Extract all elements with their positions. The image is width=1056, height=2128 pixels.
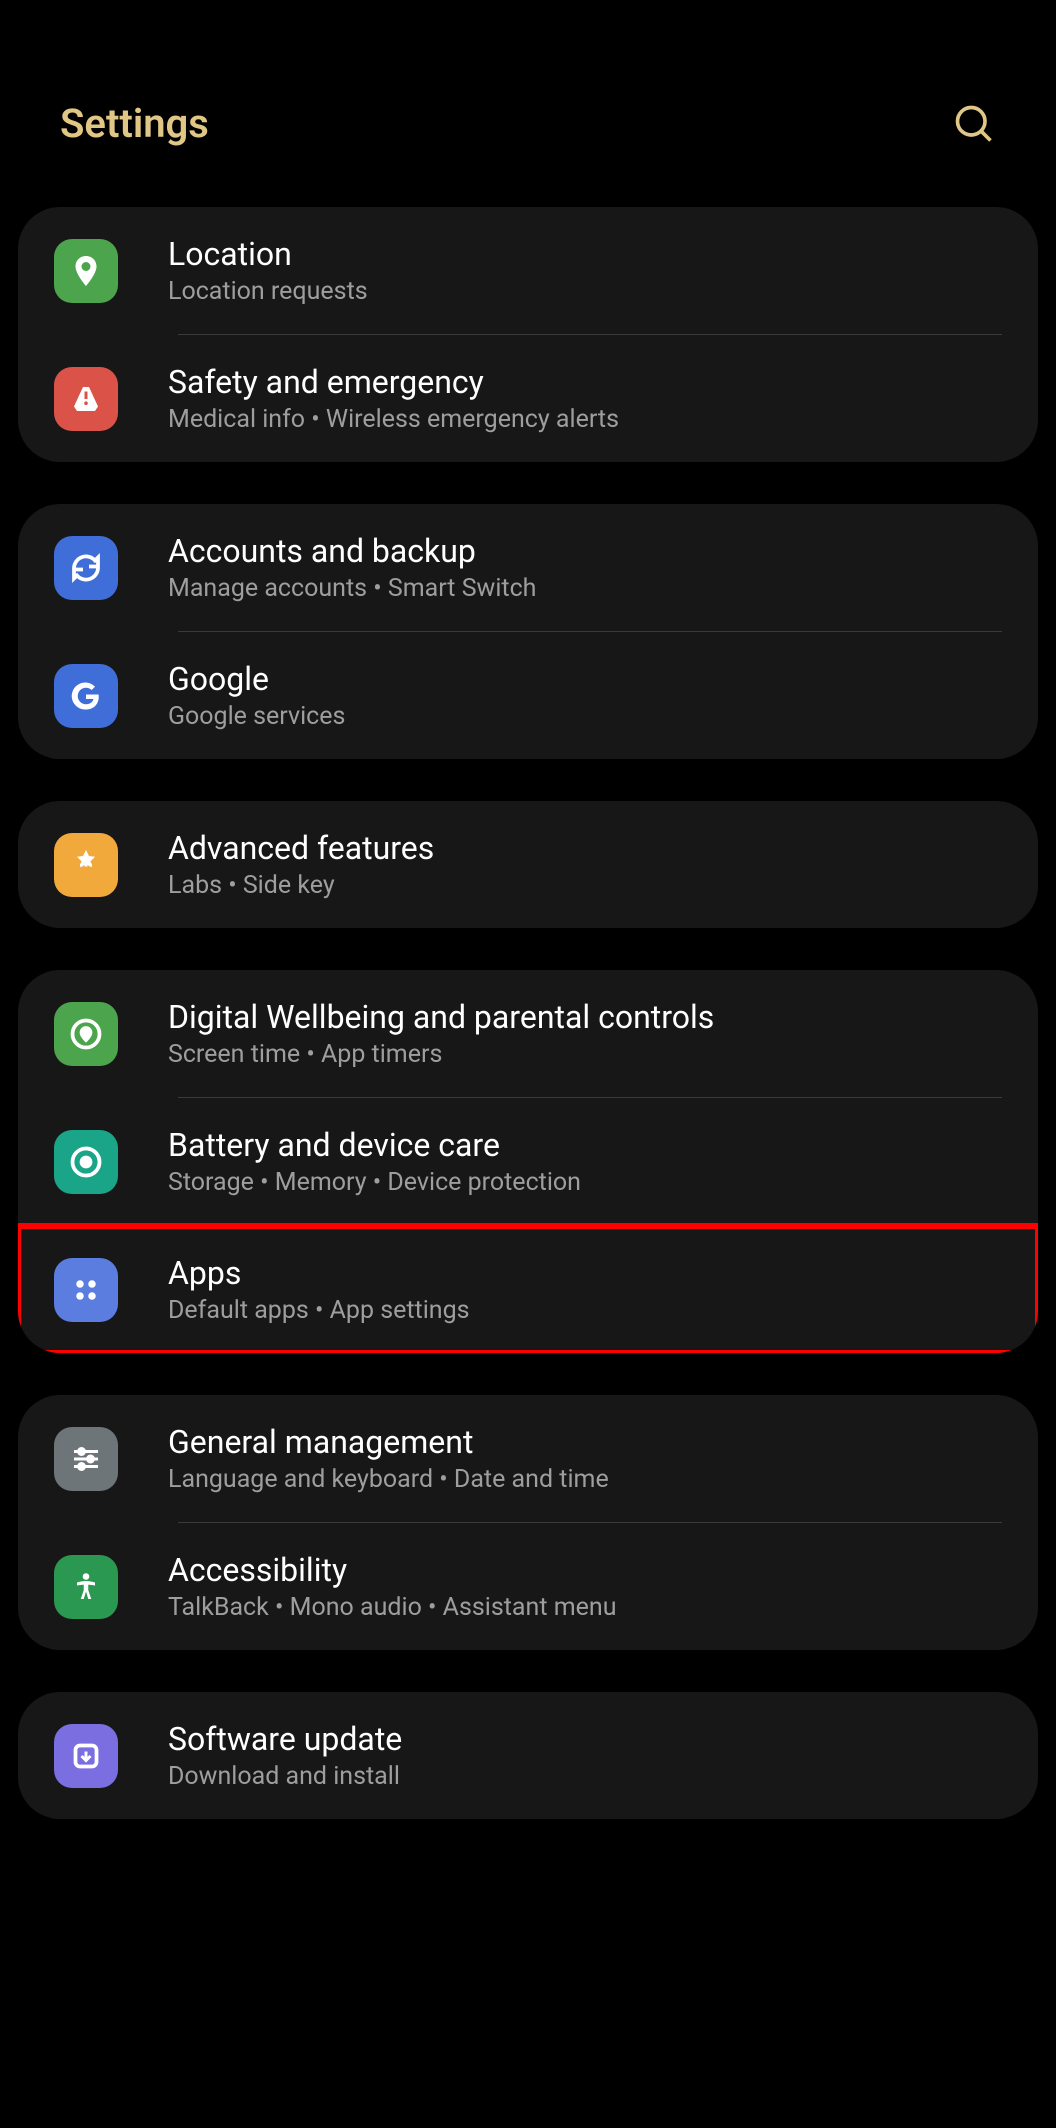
location-icon: [54, 239, 118, 303]
wellbeing-icon: [54, 1002, 118, 1066]
settings-item-title: Apps: [168, 1254, 1002, 1292]
settings-item-title: Digital Wellbeing and parental controls: [168, 998, 1002, 1036]
advanced-icon: [54, 833, 118, 897]
settings-item-subtitle: Labs • Side key: [168, 871, 1002, 900]
settings-list: Location Location requests Safety and em…: [0, 207, 1056, 1819]
settings-item-text: Software update Download and install: [168, 1720, 1002, 1791]
settings-item-subtitle: Manage accounts • Smart Switch: [168, 574, 1002, 603]
settings-item-text: Accounts and backup Manage accounts • Sm…: [168, 532, 1002, 603]
settings-item-title: Accessibility: [168, 1551, 1002, 1589]
settings-item-title: Battery and device care: [168, 1126, 1002, 1164]
settings-group: Advanced features Labs • Side key: [18, 801, 1038, 928]
settings-item-safety[interactable]: Safety and emergency Medical info • Wire…: [18, 335, 1038, 462]
settings-item-title: Safety and emergency: [168, 363, 1002, 401]
settings-item-subtitle: Language and keyboard • Date and time: [168, 1465, 1002, 1494]
settings-item-subtitle: Medical info • Wireless emergency alerts: [168, 405, 1002, 434]
settings-group: Software update Download and install: [18, 1692, 1038, 1819]
update-icon: [54, 1724, 118, 1788]
settings-item-title: Location: [168, 235, 1002, 273]
search-button[interactable]: [952, 102, 996, 146]
settings-item-apps[interactable]: Apps Default apps • App settings: [18, 1226, 1038, 1353]
settings-item-location[interactable]: Location Location requests: [18, 207, 1038, 334]
settings-item-battery[interactable]: Battery and device care Storage • Memory…: [18, 1098, 1038, 1225]
emergency-icon: [54, 367, 118, 431]
settings-item-subtitle: Download and install: [168, 1762, 1002, 1791]
settings-item-subtitle: Location requests: [168, 277, 1002, 306]
settings-item-title: General management: [168, 1423, 1002, 1461]
settings-group: General management Language and keyboard…: [18, 1395, 1038, 1650]
settings-item-text: Apps Default apps • App settings: [168, 1254, 1002, 1325]
settings-item-general[interactable]: General management Language and keyboard…: [18, 1395, 1038, 1522]
settings-item-text: Advanced features Labs • Side key: [168, 829, 1002, 900]
battery-icon: [54, 1130, 118, 1194]
accessibility-icon: [54, 1555, 118, 1619]
sync-icon: [54, 536, 118, 600]
google-icon: [54, 664, 118, 728]
page-title: Settings: [60, 100, 209, 147]
settings-item-subtitle: Default apps • App settings: [168, 1296, 1002, 1325]
settings-item-title: Accounts and backup: [168, 532, 1002, 570]
settings-item-software-update[interactable]: Software update Download and install: [18, 1692, 1038, 1819]
settings-item-subtitle: Storage • Memory • Device protection: [168, 1168, 1002, 1197]
general-icon: [54, 1427, 118, 1491]
settings-item-title: Google: [168, 660, 1002, 698]
settings-item-text: Location Location requests: [168, 235, 1002, 306]
settings-item-accounts[interactable]: Accounts and backup Manage accounts • Sm…: [18, 504, 1038, 631]
settings-item-text: Digital Wellbeing and parental controls …: [168, 998, 1002, 1069]
settings-item-text: Google Google services: [168, 660, 1002, 731]
settings-item-wellbeing[interactable]: Digital Wellbeing and parental controls …: [18, 970, 1038, 1097]
settings-item-accessibility[interactable]: Accessibility TalkBack • Mono audio • As…: [18, 1523, 1038, 1650]
settings-group: Accounts and backup Manage accounts • Sm…: [18, 504, 1038, 759]
settings-item-text: Safety and emergency Medical info • Wire…: [168, 363, 1002, 434]
settings-item-text: Battery and device care Storage • Memory…: [168, 1126, 1002, 1197]
settings-item-google[interactable]: Google Google services: [18, 632, 1038, 759]
settings-item-text: General management Language and keyboard…: [168, 1423, 1002, 1494]
settings-item-text: Accessibility TalkBack • Mono audio • As…: [168, 1551, 1002, 1622]
header: Settings: [0, 0, 1056, 207]
apps-icon: [54, 1258, 118, 1322]
search-icon: [952, 102, 996, 146]
settings-item-subtitle: TalkBack • Mono audio • Assistant menu: [168, 1593, 1002, 1622]
settings-group: Location Location requests Safety and em…: [18, 207, 1038, 462]
settings-item-title: Advanced features: [168, 829, 1002, 867]
settings-group: Digital Wellbeing and parental controls …: [18, 970, 1038, 1353]
settings-item-subtitle: Screen time • App timers: [168, 1040, 1002, 1069]
settings-item-advanced[interactable]: Advanced features Labs • Side key: [18, 801, 1038, 928]
settings-item-subtitle: Google services: [168, 702, 1002, 731]
settings-item-title: Software update: [168, 1720, 1002, 1758]
